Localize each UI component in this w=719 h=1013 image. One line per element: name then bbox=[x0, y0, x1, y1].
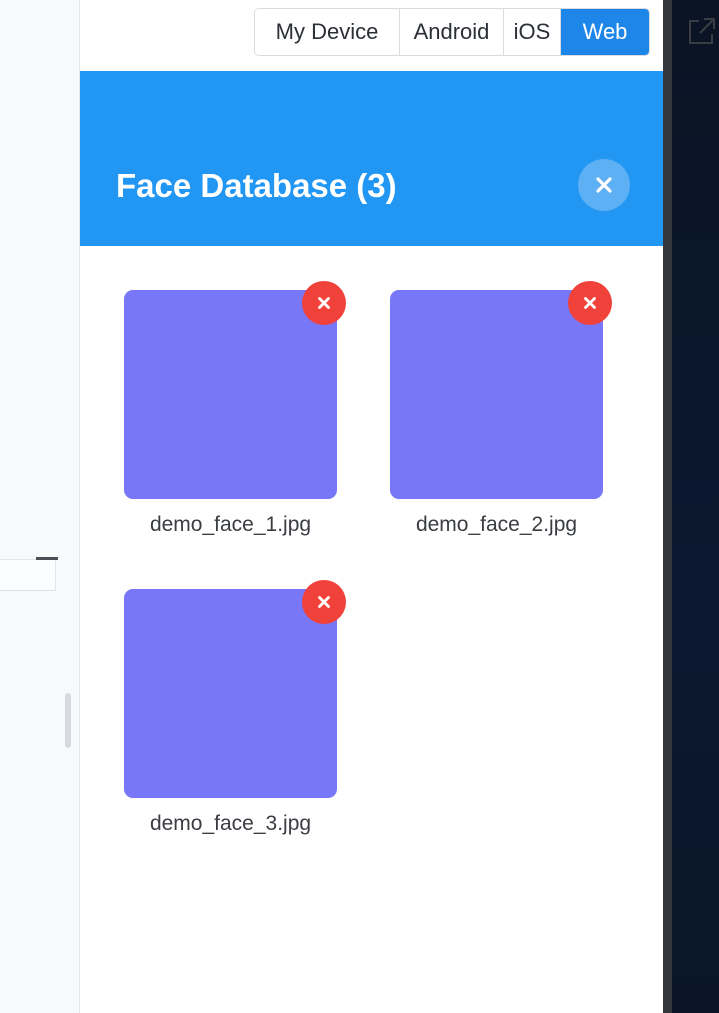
tab-ios[interactable]: iOS bbox=[504, 9, 561, 55]
face-card: demo_face_1.jpg bbox=[80, 246, 346, 536]
face-filename: demo_face_3.jpg bbox=[149, 812, 312, 835]
background-input-accent bbox=[36, 557, 58, 560]
tab-my-device[interactable]: My Device bbox=[255, 9, 400, 55]
background-panel bbox=[0, 0, 80, 1013]
face-filename: demo_face_2.jpg bbox=[415, 513, 578, 536]
face-thumbnail[interactable] bbox=[390, 290, 603, 499]
tab-web[interactable]: Web bbox=[561, 9, 649, 55]
close-icon bbox=[318, 596, 330, 608]
face-thumbnail[interactable] bbox=[124, 290, 337, 499]
face-thumbnail[interactable] bbox=[124, 589, 337, 798]
drawer-title: Face Database (3) bbox=[116, 167, 397, 204]
background-scrollbar[interactable] bbox=[65, 693, 71, 748]
close-icon bbox=[318, 297, 330, 309]
close-icon bbox=[596, 177, 612, 193]
remove-face-button[interactable] bbox=[568, 281, 612, 325]
drawer-header: Face Database (3) bbox=[80, 71, 663, 246]
drawer-close-button[interactable] bbox=[578, 159, 630, 211]
remove-face-button[interactable] bbox=[302, 580, 346, 624]
background-input[interactable] bbox=[0, 559, 56, 591]
face-grid: demo_face_1.jpg demo_face_2.jpg demo_fac… bbox=[80, 246, 663, 1013]
remove-face-button[interactable] bbox=[302, 281, 346, 325]
dark-backdrop bbox=[672, 0, 719, 1013]
face-card: demo_face_3.jpg bbox=[80, 545, 346, 835]
top-bar: My Device Android iOS Web bbox=[80, 0, 715, 71]
tab-android[interactable]: Android bbox=[400, 9, 504, 55]
close-icon bbox=[584, 297, 596, 309]
face-filename: demo_face_1.jpg bbox=[149, 513, 312, 536]
open-external-icon[interactable] bbox=[687, 16, 717, 46]
device-tabs: My Device Android iOS Web bbox=[254, 8, 650, 56]
face-card: demo_face_2.jpg bbox=[346, 246, 612, 536]
window-edge bbox=[663, 0, 672, 1013]
